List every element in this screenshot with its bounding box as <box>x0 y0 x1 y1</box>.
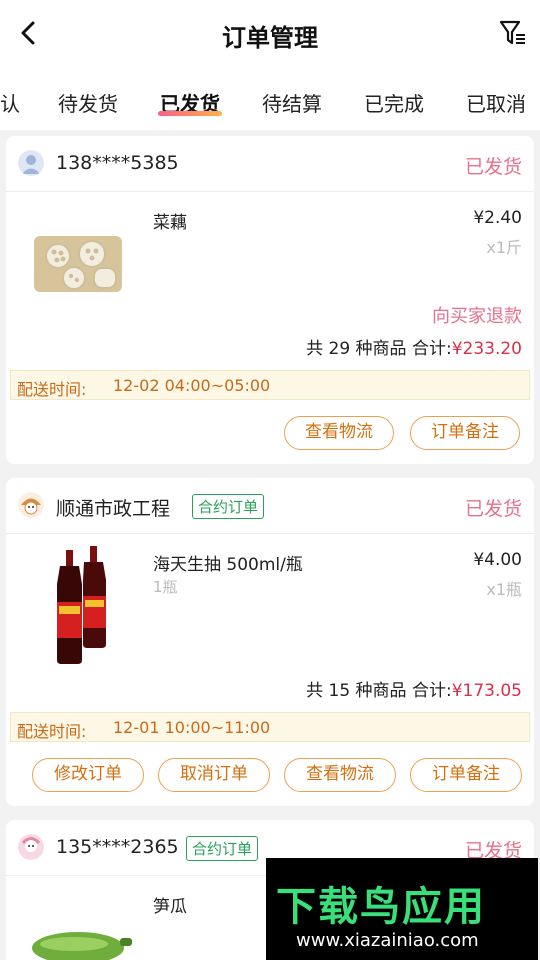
order-note-button[interactable]: 订单备注 <box>410 416 520 450</box>
status-badge: 已发货 <box>464 498 522 520</box>
view-logistics-button[interactable]: 查看物流 <box>284 416 394 450</box>
product-quantity: x1瓶 <box>486 580 522 599</box>
delivery-label: 配送时间: <box>17 380 87 399</box>
product-image <box>57 546 106 664</box>
status-tabs: 认 待发货 已发货 待结算 已完成 已取消 <box>0 70 540 130</box>
watermark-brand: 下载鸟应用 <box>276 884 486 930</box>
product-price: ¥4.00 <box>473 550 522 570</box>
modify-order-button[interactable]: 修改订单 <box>32 758 144 792</box>
product-spec: 1瓶 <box>153 578 178 596</box>
refund-to-buyer-link[interactable]: 向买家退款 <box>432 302 522 328</box>
tab-pending-ship[interactable]: 待发货 <box>58 88 118 117</box>
order-total: ¥173.05 <box>451 681 522 701</box>
active-tab-indicator <box>158 111 222 116</box>
watermark-overlay: 下载鸟应用 www.xiazainiao.com <box>266 858 538 960</box>
avatar <box>18 150 44 176</box>
cancel-order-button[interactable]: 取消订单 <box>158 758 270 792</box>
product-name: 笋瓜 <box>153 897 187 917</box>
delivery-time-bar: 配送时间: 12-02 04:00~05:00 <box>10 370 530 400</box>
product-name: 菜藕 <box>153 213 187 233</box>
page-title: 订单管理 <box>222 24 318 52</box>
contract-order-tag: 合约订单 <box>186 836 259 861</box>
tab-pending-settle[interactable]: 待结算 <box>262 88 322 117</box>
customer-name: 138****5385 <box>56 152 179 174</box>
product-name: 海天生抽 500ml/瓶 <box>153 555 303 575</box>
avatar <box>18 492 44 518</box>
product-price: ¥2.40 <box>473 208 522 228</box>
product-quantity: x1斤 <box>486 238 522 257</box>
avatar <box>18 834 44 860</box>
top-bar: 订单管理 <box>0 0 540 70</box>
order-card[interactable]: 顺通市政工程 合约订单 已发货 海天生抽 500ml/瓶 1瓶 ¥4.00 x1… <box>6 478 534 806</box>
order-card[interactable]: 138****5385 已发货 菜藕 ¥2.40 x1斤 向买家退款 共 29 … <box>6 136 534 464</box>
contract-order-tag: 合约订单 <box>192 494 265 519</box>
delivery-time-bar: 配送时间: 12-01 10:00~11:00 <box>10 712 530 742</box>
delivery-label: 配送时间: <box>17 722 87 741</box>
summary-count: 共 15 种商品 合计: <box>306 681 452 701</box>
view-logistics-button[interactable]: 查看物流 <box>284 758 396 792</box>
tab-pending-confirm[interactable]: 认 <box>0 88 20 117</box>
product-image <box>34 236 122 292</box>
status-badge: 已发货 <box>464 156 522 178</box>
tab-cancelled[interactable]: 已取消 <box>466 88 526 117</box>
product-image <box>32 932 132 960</box>
customer-name: 顺通市政工程 <box>56 498 171 520</box>
delivery-time: 12-01 10:00~11:00 <box>113 718 271 737</box>
order-summary: 共 15 种商品 合计:¥173.05 <box>306 676 522 701</box>
order-header: 顺通市政工程 合约订单 已发货 <box>6 478 534 534</box>
filter-icon[interactable] <box>498 18 528 48</box>
summary-count: 共 29 种商品 合计: <box>306 339 452 359</box>
tab-completed[interactable]: 已完成 <box>364 88 424 117</box>
order-header: 138****5385 已发货 <box>6 136 534 192</box>
order-summary: 共 29 种商品 合计:¥233.20 <box>306 334 522 359</box>
customer-name: 135****2365 <box>56 836 179 858</box>
order-total: ¥233.20 <box>451 339 522 359</box>
order-note-button[interactable]: 订单备注 <box>410 758 522 792</box>
delivery-time: 12-02 04:00~05:00 <box>113 376 271 395</box>
watermark-url: www.xiazainiao.com <box>296 930 479 951</box>
